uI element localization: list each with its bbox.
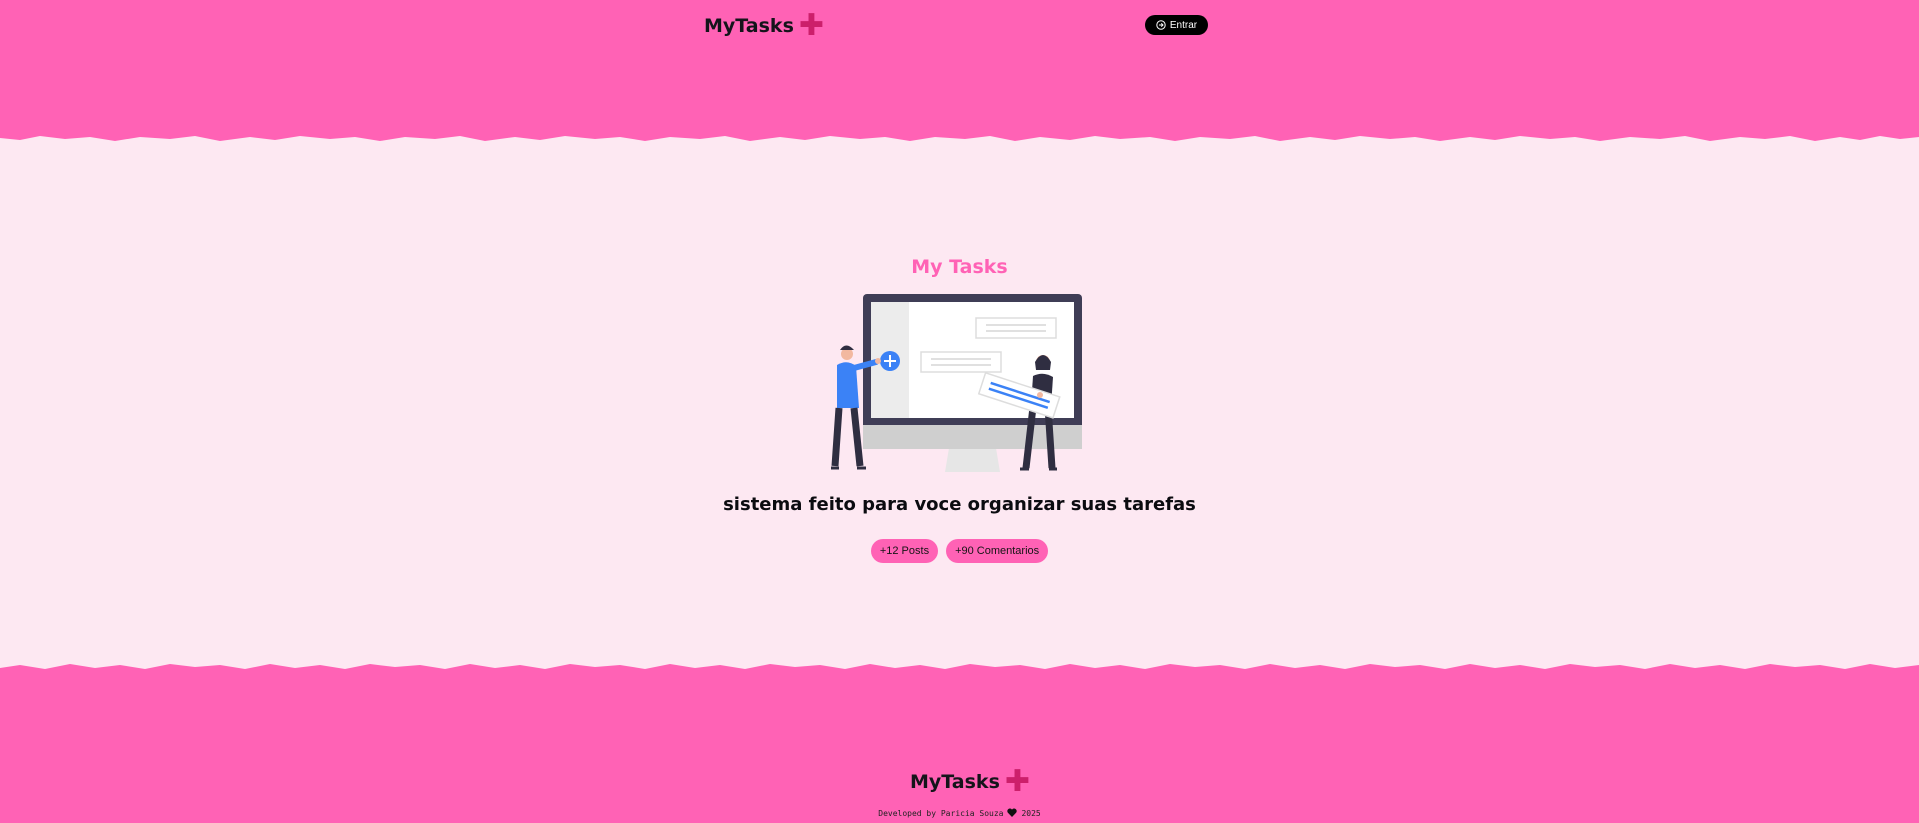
brand-name: MyTasks [704, 15, 794, 37]
brand-logo[interactable]: MyTasks ✚ [704, 11, 824, 41]
login-circle-icon [1156, 20, 1166, 30]
hero-tagline: sistema feito para voce organizar suas t… [723, 494, 1196, 515]
footer-torn-band [0, 664, 1919, 823]
login-button[interactable]: Entrar [1145, 15, 1208, 35]
stats-badges: +12 Posts +90 Comentarios [0, 539, 1919, 563]
plus-icon: ✚ [798, 8, 825, 43]
header: MyTasks ✚ Entrar [0, 0, 1919, 160]
plus-icon: ✚ [1004, 764, 1031, 799]
footer: MyTasks ✚ Developed by Paricia Souza 202… [0, 660, 1919, 823]
footer-brand-logo[interactable]: MyTasks ✚ [910, 767, 1030, 797]
tasks-illustration [831, 294, 1082, 472]
posts-badge[interactable]: +12 Posts [870, 539, 939, 563]
footer-brand-name: MyTasks [910, 771, 1000, 793]
heart-icon [1007, 808, 1018, 819]
hero-title: My Tasks [911, 256, 1008, 278]
comments-badge[interactable]: +90 Comentarios [946, 539, 1049, 563]
credit-text: Developed by Paricia Souza [878, 809, 1004, 818]
login-label: Entrar [1169, 19, 1198, 31]
header-torn-band [0, 0, 1919, 141]
credit-year: 2025 [1021, 809, 1041, 818]
footer-credit: Developed by Paricia Souza 2025 [0, 808, 1919, 819]
